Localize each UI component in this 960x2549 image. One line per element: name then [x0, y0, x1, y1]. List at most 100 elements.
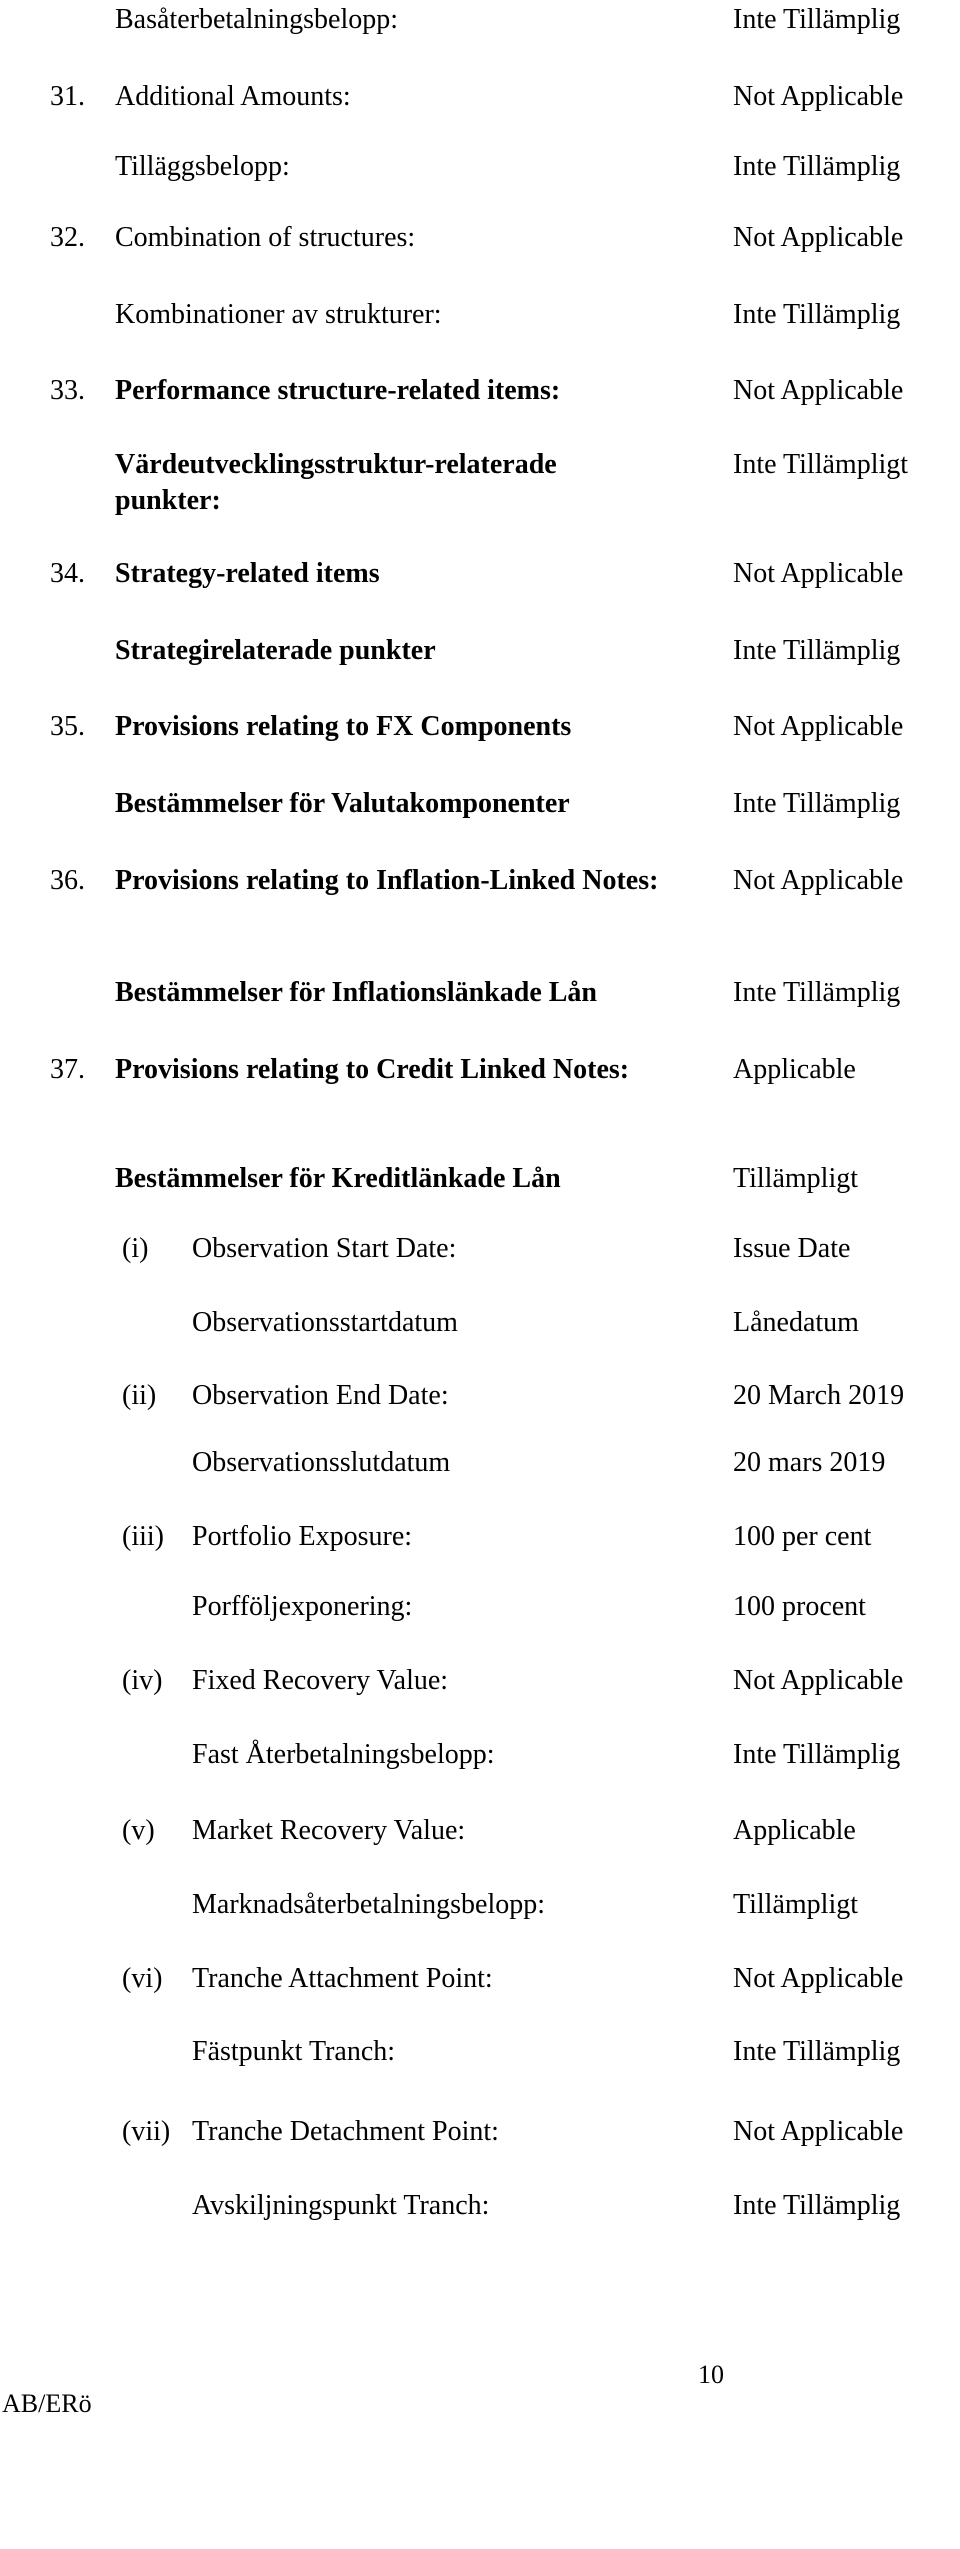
subitem-row-sv: Porfföljexponering: 100 procent	[0, 1589, 960, 1625]
subitem-label-sv: Fast Återbetalningsbelopp:	[192, 1739, 495, 1770]
subitem-value: 100 per cent	[733, 1521, 872, 1552]
subitem-label: Fixed Recovery Value:	[192, 1665, 449, 1696]
subitem-label-sv: Observationsstartdatum	[192, 1307, 458, 1338]
page-number: 10	[698, 2360, 724, 2389]
term-label: Strategirelaterade punkter	[115, 635, 436, 666]
term-value: Inte Tillämplig	[733, 788, 901, 819]
subitem-label: Tranche Detachment Point:	[192, 2116, 499, 2147]
subitem-value-sv: Inte Tillämplig	[733, 2036, 901, 2067]
subitem-value-sv: 100 procent	[733, 1591, 866, 1622]
term-label: Combination of structures:	[115, 222, 416, 253]
term-value: Not Applicable	[733, 865, 904, 896]
subitem-label: Observation End Date:	[192, 1380, 449, 1411]
subitem-row: (iii) Portfolio Exposure: 100 per cent	[0, 1519, 960, 1555]
term-value: Not Applicable	[733, 711, 904, 742]
term-number: 32.	[50, 222, 85, 253]
term-value: Not Applicable	[733, 375, 904, 406]
subitem-number: (i)	[122, 1233, 149, 1264]
term-label: Värdeutvecklingsstruktur-relaterade punk…	[115, 449, 557, 516]
term-label: Provisions relating to FX Components	[115, 711, 572, 742]
term-label: Tilläggsbelopp:	[115, 151, 290, 182]
term-row: 31. Additional Amounts: Not Applicable	[0, 79, 960, 115]
term-number: 34.	[50, 558, 85, 589]
subitem-row: (i) Observation Start Date: Issue Date	[0, 1231, 960, 1267]
subitem-row: (vii) Tranche Detachment Point: Not Applic…	[0, 2114, 960, 2150]
term-number: 31.	[50, 81, 85, 112]
term-value: Inte Tillämplig	[733, 4, 901, 35]
subitem-label-sv: Porfföljexponering:	[192, 1591, 413, 1622]
term-number: 37.	[50, 1054, 85, 1085]
subitem-number: (iii)	[122, 1521, 164, 1552]
subitem-label-sv: Marknadsåterbetalningsbelopp:	[192, 1889, 546, 1920]
subitem-row: (ii) Observation End Date: 20 March 2019	[0, 1378, 960, 1414]
subitem-value-sv: Tillämpligt	[733, 1889, 859, 1920]
subitem-label: Observation Start Date:	[192, 1233, 457, 1264]
term-row: Bestämmelser för Kreditlänkade Lån Tilläm…	[0, 1161, 960, 1197]
subitem-value: Not Applicable	[733, 1963, 904, 1994]
term-number: 33.	[50, 375, 85, 406]
term-label: Provisions relating to Inflation-Linked …	[115, 865, 659, 896]
subitem-value: Not Applicable	[733, 1665, 904, 1696]
term-row: Värdeutvecklingsstruktur-relaterade punk…	[0, 447, 960, 516]
subitem-row: (vi) Tranche Attachment Point: Not Applica…	[0, 1961, 960, 1997]
footer-initials: AB/ERö	[2, 2389, 92, 2418]
subitem-number: (vi)	[122, 1963, 163, 1994]
term-row: 33. Performance structure-related items: N…	[0, 373, 960, 409]
term-row: 36. Provisions relating to Inflation-Link…	[0, 863, 960, 899]
term-row: Basåterbetalningsbelopp: Inte Tillämplig	[0, 2, 960, 38]
term-value: Inte Tillämplig	[733, 977, 901, 1008]
term-label: Provisions relating to Credit Linked Not…	[115, 1054, 630, 1085]
term-label: Additional Amounts:	[115, 81, 351, 112]
subitem-label-sv: Observationsslutdatum	[192, 1447, 451, 1478]
subitem-row-sv: Fästpunkt Tranch: Inte Tillämplig	[0, 2034, 960, 2070]
term-label: Bestämmelser för Valutakomponenter	[115, 788, 570, 819]
term-label: Bestämmelser för Inflationslänkade Lån	[115, 977, 597, 1008]
term-row: Strategirelaterade punkter Inte Tillämpli…	[0, 633, 960, 669]
subitem-row-sv: Marknadsåterbetalningsbelopp: Tillämpligt	[0, 1887, 960, 1923]
term-row: Tilläggsbelopp: Inte Tillämplig	[0, 149, 960, 185]
subitem-value: Issue Date	[733, 1233, 851, 1264]
term-value: Tillämpligt	[733, 1163, 859, 1194]
term-row: 35. Provisions relating to FX Components N…	[0, 709, 960, 745]
subitem-number: (v)	[122, 1815, 155, 1846]
term-row: 34. Strategy-related items Not Applicable	[0, 556, 960, 592]
subitem-row-sv: Fast Återbetalningsbelopp: Inte Tillämpli…	[0, 1737, 960, 1773]
term-value: Not Applicable	[733, 222, 904, 253]
term-value: Inte Tillämplig	[733, 299, 901, 330]
subitem-row-sv: Observationsslutdatum 20 mars 2019	[0, 1445, 960, 1481]
subitem-value: 20 March 2019	[733, 1380, 905, 1411]
subitem-value-sv: 20 mars 2019	[733, 1447, 886, 1478]
subitem-label: Portfolio Exposure:	[192, 1521, 413, 1552]
term-row: Kombinationer av strukturer: Inte Tillämp…	[0, 297, 960, 333]
subitem-value: Applicable	[733, 1815, 856, 1846]
subitem-value-sv: Inte Tillämplig	[733, 1739, 901, 1770]
term-number: 35.	[50, 711, 85, 742]
subitem-number: (iv)	[122, 1665, 163, 1696]
term-value: Inte Tillämplig	[733, 151, 901, 182]
subitem-value-sv: Inte Tillämplig	[733, 2190, 901, 2221]
subitem-row-sv: Avskiljningspunkt Tranch: Inte Tillämplig	[0, 2188, 960, 2224]
term-label: Performance structure-related items:	[115, 375, 561, 406]
term-row: Bestämmelser för Valutakomponenter Inte T…	[0, 786, 960, 822]
subitem-value-sv: Lånedatum	[733, 1307, 859, 1338]
subitem-row: (v) Market Recovery Value: Applicable	[0, 1813, 960, 1849]
subitem-label-sv: Fästpunkt Tranch:	[192, 2036, 396, 2067]
term-label: Strategy-related items	[115, 558, 380, 589]
term-value: Not Applicable	[733, 558, 904, 589]
term-label: Kombinationer av strukturer:	[115, 299, 442, 330]
subitem-number: (vii)	[122, 2116, 171, 2147]
term-row: Bestämmelser för Inflationslänkade Lån In…	[0, 975, 960, 1011]
term-value: Not Applicable	[733, 81, 904, 112]
subitem-label-sv: Avskiljningspunkt Tranch:	[192, 2190, 490, 2221]
subitem-row-sv: Observationsstartdatum Lånedatum	[0, 1305, 960, 1341]
subitem-number: (ii)	[122, 1380, 157, 1411]
term-value: Inte Tillämplig	[733, 635, 901, 666]
term-label: Bestämmelser för Kreditlänkade Lån	[115, 1163, 561, 1194]
term-row: 37. Provisions relating to Credit Linked …	[0, 1052, 960, 1088]
term-row: 32. Combination of structures: Not Applica…	[0, 220, 960, 256]
subitem-value: Not Applicable	[733, 2116, 904, 2147]
subitem-row: (iv) Fixed Recovery Value: Not Applicable	[0, 1663, 960, 1699]
term-value: Applicable	[733, 1054, 856, 1085]
subitem-label: Market Recovery Value:	[192, 1815, 466, 1846]
term-number: 36.	[50, 865, 85, 896]
